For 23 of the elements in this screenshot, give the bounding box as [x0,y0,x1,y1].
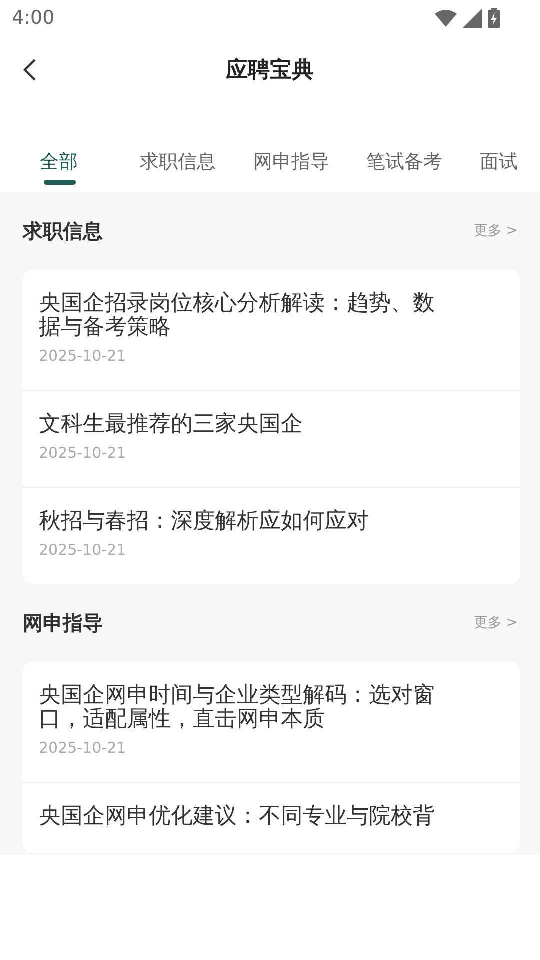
tab-indicator [44,180,76,185]
article-title[interactable]: 文科生最推荐的三家央国企 [39,413,449,437]
section-title: 求职信息 [23,218,103,244]
back-icon [23,58,37,82]
battery-icon [488,8,500,28]
status-time: 4:00 [12,7,55,29]
category-tab[interactable]: 网申指导 [253,150,327,192]
category-tab[interactable]: 面试 [480,150,540,192]
article-title[interactable]: 秋招与春招：深度解析应如何应对 [39,510,449,534]
page-title: 应聘宝典 [226,56,314,85]
article-date: 2025-10-21 [39,443,128,463]
section-title: 网申指导 [23,610,103,636]
signal-icon [463,8,482,28]
article-date: 2025-10-21 [39,346,128,366]
article-title[interactable]: 央国企网申优化建议：不同专业与院校背 [39,805,449,829]
article-title[interactable]: 央国企招录岗位核心分析解读：趋势、数据与备考策略 [39,292,449,340]
article-title[interactable]: 央国企网申时间与企业类型解码：选对窗口，适配属性，直击网申本质 [39,684,449,732]
category-tab[interactable]: 全部 [40,150,100,192]
wifi-icon [435,9,457,27]
category-tab[interactable]: 笔试备考 [366,150,440,192]
category-tab[interactable]: 求职信息 [140,150,214,192]
article-date: 2025-10-21 [39,540,128,560]
article-date: 2025-10-21 [39,738,128,758]
